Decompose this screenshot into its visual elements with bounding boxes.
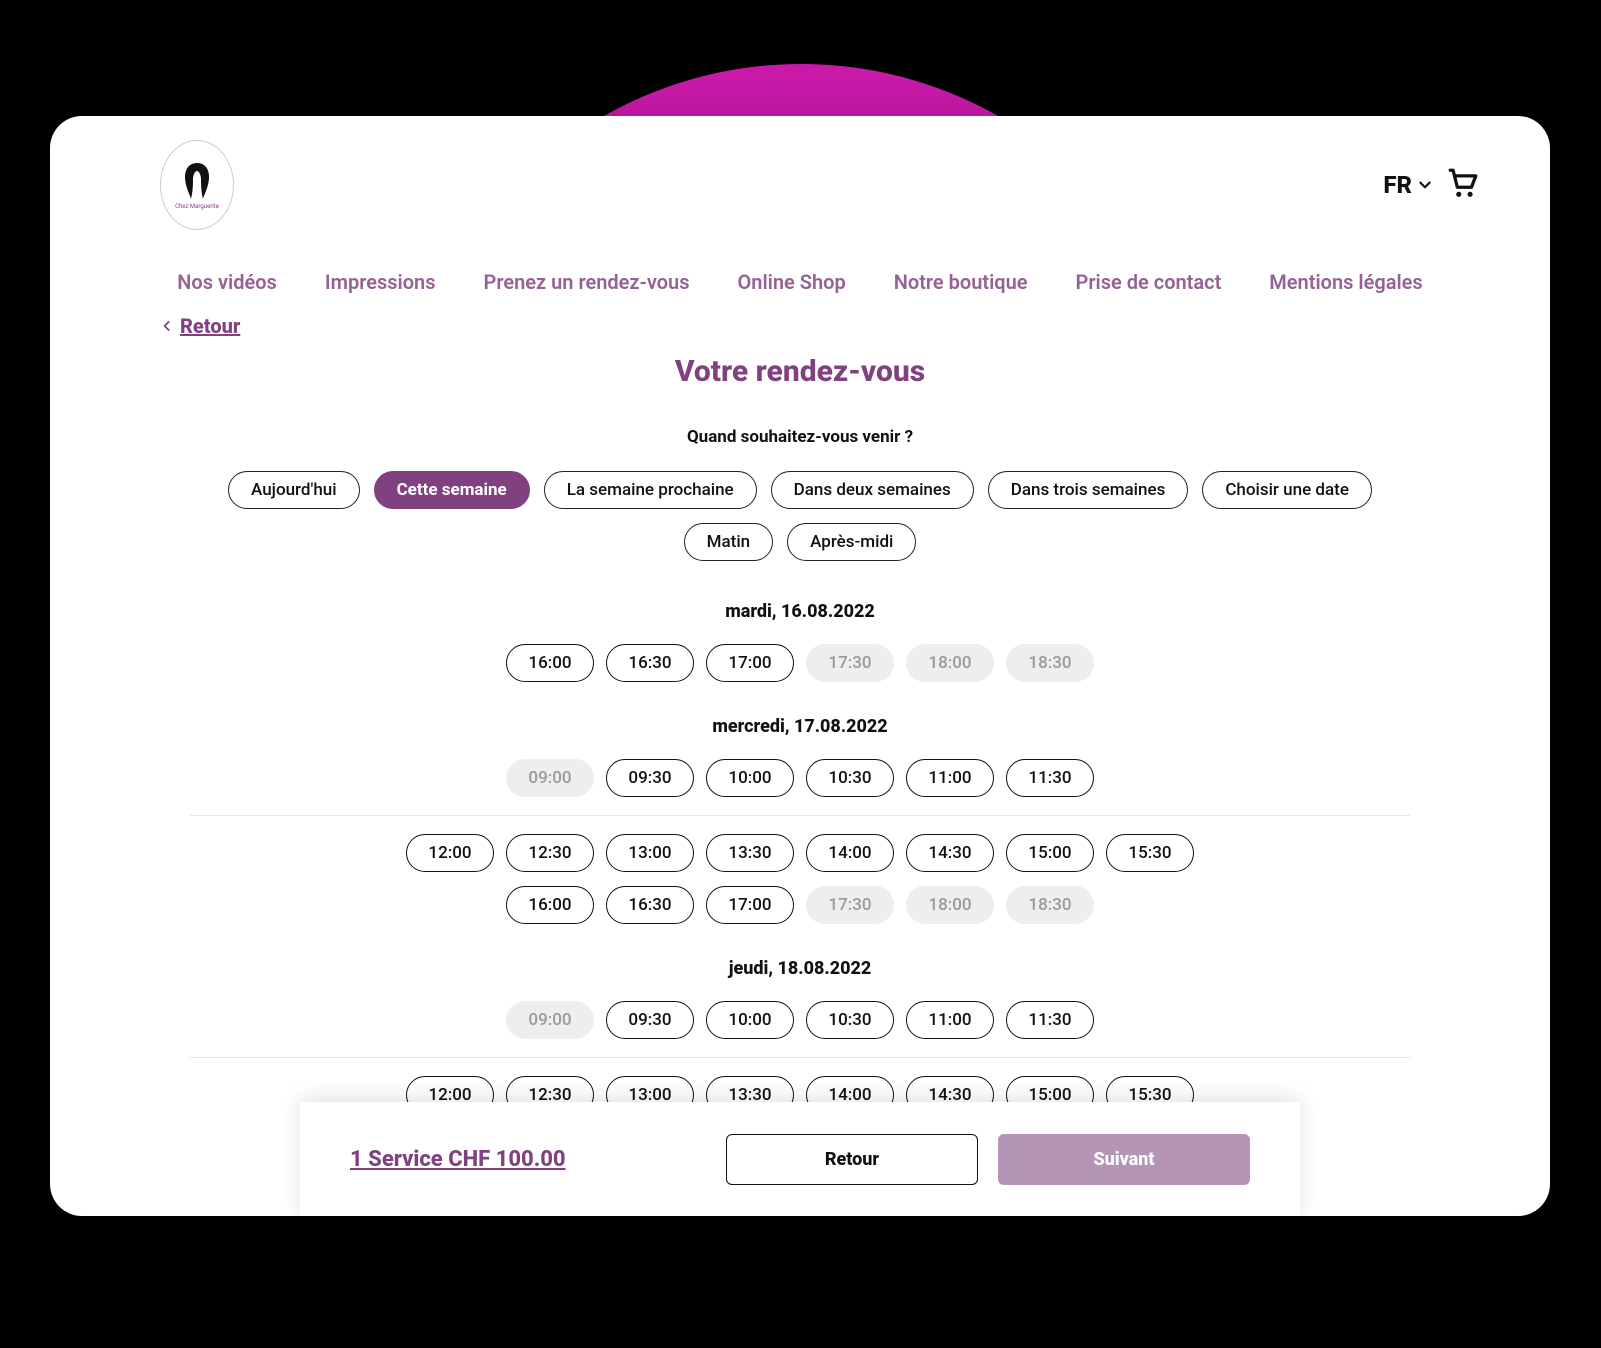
time-slot[interactable]: 14:00: [806, 834, 894, 872]
time-slot[interactable]: 11:30: [1006, 759, 1094, 797]
day-block: mercredi, 17.08.2022 09:00 09:30 10:00 10:30…: [50, 716, 1550, 924]
logo[interactable]: Chez Marguerite: [160, 140, 234, 230]
footer-next-button[interactable]: Suivant: [998, 1134, 1250, 1185]
time-slot[interactable]: 10:30: [806, 1001, 894, 1039]
nav-item[interactable]: Online Shop: [738, 270, 846, 294]
logo-caption: Chez Marguerite: [175, 203, 219, 210]
language-label: FR: [1383, 171, 1412, 199]
day-label: jeudi, 18.08.2022: [190, 958, 1410, 979]
time-slot[interactable]: 17:00: [706, 644, 794, 682]
timeofday-chip[interactable]: Matin: [684, 523, 774, 561]
time-slot[interactable]: 12:00: [406, 834, 494, 872]
slot-row: 09:00 09:30 10:00 10:30 11:00 11:30: [190, 759, 1410, 797]
hair-icon: [179, 161, 215, 201]
nav-item[interactable]: Nos vidéos: [177, 270, 277, 294]
divider: [190, 1057, 1410, 1058]
back-label: Retour: [180, 314, 240, 338]
cart-summary-link[interactable]: 1 Service CHF 100.00: [350, 1147, 566, 1172]
time-slot: 18:00: [906, 886, 994, 924]
time-slot[interactable]: 16:00: [506, 886, 594, 924]
back-link[interactable]: Retour: [160, 314, 240, 338]
time-slot: 18:30: [1006, 644, 1094, 682]
nav-item[interactable]: Prise de contact: [1076, 270, 1222, 294]
time-slot[interactable]: 16:30: [606, 644, 694, 682]
cart-button[interactable]: [1446, 166, 1480, 204]
cart-icon: [1446, 166, 1480, 200]
slot-row: 12:00 12:30 13:00 13:30 14:00 14:30 15:00 15:30: [190, 834, 1410, 872]
booking-card: Chez Marguerite FR Nos vidéos Impressions…: [50, 116, 1550, 1216]
time-slot[interactable]: 11:00: [906, 759, 994, 797]
day-label: mardi, 16.08.2022: [190, 601, 1410, 622]
date-chip[interactable]: Cette semaine: [374, 471, 530, 509]
slot-row: 16:00 16:30 17:00 17:30 18:00 18:30: [190, 886, 1410, 924]
time-slot[interactable]: 12:30: [506, 834, 594, 872]
time-slot[interactable]: 10:00: [706, 759, 794, 797]
time-slot[interactable]: 16:00: [506, 644, 594, 682]
main-nav: Nos vidéos Impressions Prenez un rendez-vo…: [50, 230, 1550, 314]
time-slot: 17:30: [806, 886, 894, 924]
time-slot[interactable]: 15:30: [1106, 834, 1194, 872]
footer-back-button[interactable]: Retour: [726, 1134, 978, 1185]
time-slot[interactable]: 09:30: [606, 1001, 694, 1039]
day-label: mercredi, 17.08.2022: [190, 716, 1410, 737]
time-slot[interactable]: 16:30: [606, 886, 694, 924]
time-slot: 17:30: [806, 644, 894, 682]
time-slot[interactable]: 11:00: [906, 1001, 994, 1039]
time-slot[interactable]: 09:30: [606, 759, 694, 797]
date-chip[interactable]: La semaine prochaine: [544, 471, 757, 509]
date-chip[interactable]: Aujourd'hui: [228, 471, 360, 509]
nav-item[interactable]: Notre boutique: [894, 270, 1028, 294]
slot-row: 09:00 09:30 10:00 10:30 11:00 11:30: [190, 1001, 1410, 1039]
site-header: Chez Marguerite FR: [50, 116, 1550, 230]
chevron-down-icon: [1416, 176, 1434, 194]
time-slot: 18:00: [906, 644, 994, 682]
date-range-chips: Aujourd'hui Cette semaine La semaine proch…: [50, 471, 1550, 509]
chevron-left-icon: [160, 319, 174, 333]
nav-item[interactable]: Mentions légales: [1269, 270, 1422, 294]
time-slot[interactable]: 13:30: [706, 834, 794, 872]
nav-item[interactable]: Prenez un rendez-vous: [484, 270, 690, 294]
booking-footer: 1 Service CHF 100.00 Retour Suivant: [300, 1102, 1300, 1216]
language-selector[interactable]: FR: [1383, 171, 1434, 199]
time-slot[interactable]: 15:00: [1006, 834, 1094, 872]
page-subtitle: Quand souhaitez-vous venir ?: [50, 427, 1550, 447]
date-chip[interactable]: Choisir une date: [1202, 471, 1372, 509]
time-slot[interactable]: 17:00: [706, 886, 794, 924]
day-block: mardi, 16.08.2022 16:00 16:30 17:00 17:30 18:…: [50, 601, 1550, 682]
nav-item[interactable]: Impressions: [325, 270, 436, 294]
time-slot[interactable]: 14:30: [906, 834, 994, 872]
date-chip[interactable]: Dans deux semaines: [771, 471, 974, 509]
timeofday-chip[interactable]: Après-midi: [787, 523, 916, 561]
time-slot[interactable]: 10:00: [706, 1001, 794, 1039]
time-slot: 09:00: [506, 1001, 594, 1039]
time-slot[interactable]: 13:00: [606, 834, 694, 872]
time-slot[interactable]: 10:30: [806, 759, 894, 797]
divider: [190, 815, 1410, 816]
time-of-day-chips: Matin Après-midi: [50, 523, 1550, 561]
date-chip[interactable]: Dans trois semaines: [988, 471, 1189, 509]
time-slot[interactable]: 11:30: [1006, 1001, 1094, 1039]
time-slot: 09:00: [506, 759, 594, 797]
slot-row: 16:00 16:30 17:00 17:30 18:00 18:30: [190, 644, 1410, 682]
time-slot: 18:30: [1006, 886, 1094, 924]
